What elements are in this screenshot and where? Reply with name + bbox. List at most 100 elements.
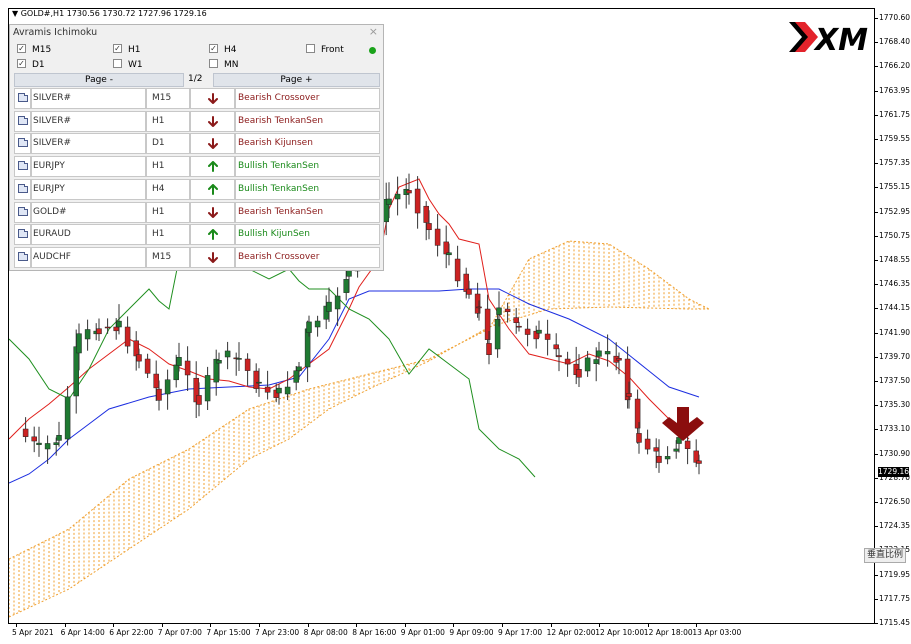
timeframe-w1[interactable]: W1 xyxy=(113,59,143,71)
vertical-scale-button[interactable]: 垂直比例 xyxy=(864,548,906,563)
candle-body xyxy=(564,358,571,365)
price-label: 1752.95 xyxy=(879,206,911,216)
candle-body xyxy=(113,326,119,332)
time-tick xyxy=(64,624,66,627)
table-row[interactable]: SILVER# M15 Bearish Crossover xyxy=(14,88,380,109)
table-row[interactable]: EURAUD H1 Bullish KijunSen xyxy=(14,224,380,246)
ichimoku-panel[interactable]: Avramis Ichimoku × ✓ M15 ✓ H1 ✓ H4 Front ✓ D… xyxy=(9,24,384,271)
price-label: 1759.55 xyxy=(879,134,911,143)
table-row[interactable]: SILVER# H1 Bearish TenkanSen xyxy=(14,110,380,132)
signal-cell: Bearish TenkanSen xyxy=(235,201,380,223)
candle-body xyxy=(256,381,262,384)
checkbox-icon[interactable]: ✓ xyxy=(17,59,26,68)
candle-body xyxy=(216,360,222,364)
open-chart-button[interactable] xyxy=(14,224,31,246)
time-tick xyxy=(502,624,503,627)
price-tick xyxy=(875,502,878,503)
candle-body xyxy=(536,329,542,334)
candle-body xyxy=(144,358,151,374)
folder-icon xyxy=(18,206,28,216)
checkbox-icon[interactable]: ✓ xyxy=(113,44,122,53)
checkbox-icon[interactable]: ✓ xyxy=(17,44,26,53)
price-tick xyxy=(875,526,878,528)
timeframe-mn[interactable]: MN xyxy=(209,59,239,71)
time-scale[interactable]: 5 Apr 2021 6 Apr 14:00 6 Apr 22:00 7 Apr 07… xyxy=(8,624,875,644)
checkbox-icon[interactable] xyxy=(209,59,218,68)
time-tick xyxy=(210,624,212,627)
page-prev-button[interactable]: Page - xyxy=(14,73,184,87)
candle-body xyxy=(244,358,251,371)
price-tick xyxy=(875,235,878,237)
timeframe-cell: M15 xyxy=(146,246,190,268)
timeframe-cell: D1 xyxy=(146,133,190,155)
open-chart-button[interactable] xyxy=(14,133,31,155)
timeframe-front[interactable]: Front xyxy=(306,44,344,56)
open-chart-button[interactable] xyxy=(14,178,31,200)
current-price-label: 1729.16 xyxy=(878,467,910,477)
candle-body xyxy=(406,190,412,194)
candle-body xyxy=(394,193,401,200)
time-label: 12 Apr 18:00 xyxy=(643,628,693,637)
symbol-header: ▼ GOLD#,H1 1730.56 1730.72 1727.96 1729.… xyxy=(12,9,207,18)
candle-body xyxy=(576,369,582,378)
open-chart-button[interactable] xyxy=(14,88,31,109)
candle-body xyxy=(673,448,679,452)
candle-body xyxy=(64,396,71,440)
candle-body xyxy=(314,320,321,328)
timeframe-cell: H1 xyxy=(146,201,190,223)
table-row[interactable]: GOLD# H1 Bearish TenkanSen xyxy=(14,201,380,223)
open-chart-button[interactable] xyxy=(14,110,31,132)
candle-body xyxy=(253,370,259,389)
arrow-up-icon xyxy=(190,178,235,200)
candle-body xyxy=(196,395,202,405)
candle-body xyxy=(626,393,632,397)
status-indicator xyxy=(369,47,376,54)
table-row[interactable]: SILVER# D1 Bearish Kijunsen xyxy=(14,133,380,155)
table-row[interactable]: EURJPY H1 Bullish TenkanSen xyxy=(14,156,380,178)
folder-icon xyxy=(18,229,28,239)
timeframe-cell: H4 xyxy=(146,178,190,200)
table-row[interactable]: AUDCHF M15 Bearish Crossover xyxy=(14,246,380,268)
candle-body xyxy=(524,328,531,335)
timeframe-d1[interactable]: ✓ D1 xyxy=(17,59,45,71)
close-icon[interactable]: × xyxy=(369,25,378,38)
candle-body xyxy=(133,340,139,357)
arrow-down-icon xyxy=(190,88,235,109)
page-next-button[interactable]: Page + xyxy=(213,73,380,87)
panel-title: Avramis Ichimoku xyxy=(13,27,98,38)
time-tick xyxy=(550,624,552,627)
signal-cell: Bearish Crossover xyxy=(235,88,380,109)
candle-body xyxy=(443,241,449,255)
symbol-cell: SILVER# xyxy=(31,88,146,109)
time-tick xyxy=(647,624,649,627)
page-number: 1/2 xyxy=(188,74,203,84)
timeframe-h4[interactable]: ✓ H4 xyxy=(209,44,237,56)
candle-body xyxy=(22,428,29,437)
checkbox-icon[interactable] xyxy=(306,44,315,53)
timeframe-h1[interactable]: ✓ H1 xyxy=(113,44,141,56)
time-label: 13 Apr 03:00 xyxy=(692,628,742,637)
signal-cell: Bearish Crossover xyxy=(235,246,380,268)
checkbox-icon[interactable] xyxy=(113,59,122,68)
candle-body xyxy=(44,443,51,450)
timeframe-cell: M15 xyxy=(146,88,190,109)
candle-body xyxy=(31,436,37,442)
price-label: 1737.50 xyxy=(879,376,911,385)
open-chart-button[interactable] xyxy=(14,156,31,178)
checkbox-icon[interactable]: ✓ xyxy=(209,44,218,53)
timeframe-m15[interactable]: ✓ M15 xyxy=(17,44,51,56)
symbol-cell: EURJPY xyxy=(31,156,146,178)
open-chart-button[interactable] xyxy=(14,201,31,223)
price-scale[interactable]: 1770.60 1768.40 1766.20 1763.95 1761.75 1759.… xyxy=(875,8,911,627)
signal-cell: Bullish TenkanSen xyxy=(235,178,380,200)
open-chart-button[interactable] xyxy=(14,246,31,268)
candle-body xyxy=(593,359,599,364)
arrow-down-icon xyxy=(190,201,235,223)
folder-icon xyxy=(18,93,28,102)
price-tick xyxy=(875,356,878,358)
candle-body xyxy=(116,320,122,328)
time-tick xyxy=(161,624,163,627)
candle-body xyxy=(296,366,302,372)
candle-body xyxy=(156,388,162,401)
table-row[interactable]: EURJPY H4 Bullish TenkanSen xyxy=(14,178,380,200)
